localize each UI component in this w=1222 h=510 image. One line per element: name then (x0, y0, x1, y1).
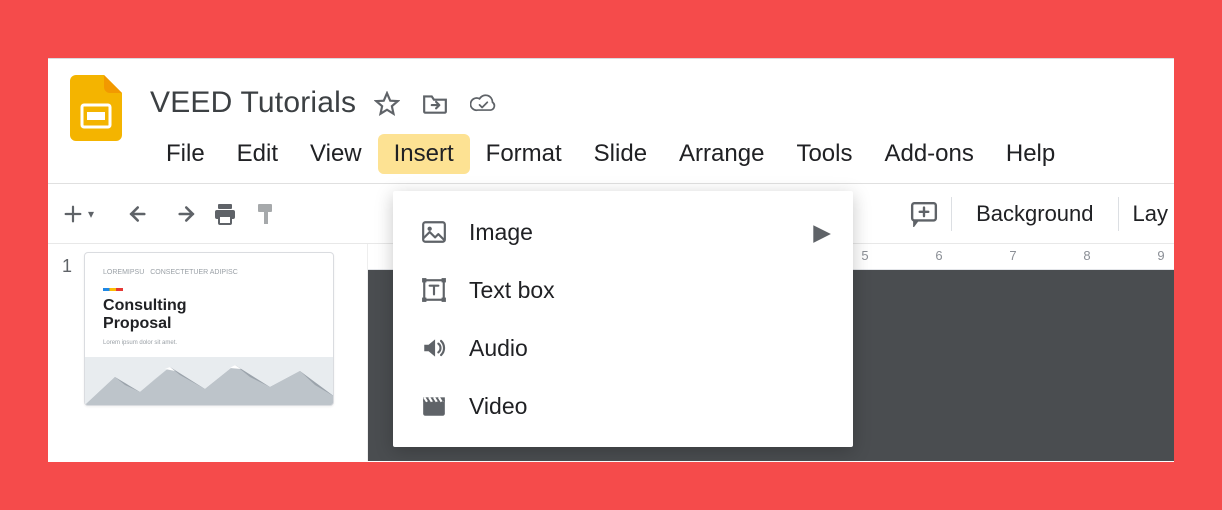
ruler-tick: 6 (902, 244, 976, 269)
slides-logo-icon (70, 75, 122, 141)
slide-thumbnail[interactable]: LOREMIPSU CONSECTETUER ADIPISC Consultin… (84, 252, 334, 406)
thumb-title-line2: Proposal (103, 315, 315, 333)
insert-audio-item[interactable]: Audio (393, 319, 853, 377)
menu-slide[interactable]: Slide (578, 134, 663, 174)
cloud-status-icon[interactable] (470, 91, 496, 117)
thumb-crumb: LOREMIPSU (103, 269, 144, 276)
menu-bar: File Edit View Insert Format Slide Arran… (48, 131, 1174, 177)
menu-help[interactable]: Help (990, 134, 1071, 174)
insert-dropdown-menu: Image ▶ Text box Audio Video (393, 191, 853, 447)
menu-file[interactable]: File (150, 134, 221, 174)
menu-format[interactable]: Format (470, 134, 578, 174)
menu-item-label: Text box (469, 277, 555, 304)
layout-button[interactable]: Lay (1127, 196, 1174, 232)
menu-insert[interactable]: Insert (378, 134, 470, 174)
menu-tools[interactable]: Tools (780, 134, 868, 174)
insert-image-item[interactable]: Image ▶ (393, 203, 853, 261)
slide-number: 1 (62, 256, 72, 453)
audio-icon (419, 333, 449, 363)
insert-video-item[interactable]: Video (393, 377, 853, 435)
slide-panel: 1 LOREMIPSU CONSECTETUER ADIPISC Consult… (48, 244, 368, 461)
menu-addons[interactable]: Add-ons (868, 134, 989, 174)
video-icon (419, 391, 449, 421)
background-button[interactable]: Background (960, 196, 1109, 232)
document-title[interactable]: VEED Tutorials (150, 86, 356, 120)
undo-button[interactable] (122, 196, 160, 232)
title-actions (374, 91, 496, 117)
ruler-tick: 8 (1050, 244, 1124, 269)
ruler-tick: 7 (976, 244, 1050, 269)
accent-bar (103, 288, 123, 291)
thumb-title-line1: Consulting (103, 297, 315, 315)
insert-textbox-item[interactable]: Text box (393, 261, 853, 319)
textbox-icon (419, 275, 449, 305)
move-folder-icon[interactable] (422, 91, 448, 117)
menu-view[interactable]: View (294, 134, 378, 174)
mountain-graphic (85, 357, 334, 405)
redo-button[interactable] (164, 196, 202, 232)
chevron-down-icon: ▾ (88, 207, 94, 221)
menu-edit[interactable]: Edit (221, 134, 294, 174)
thumb-subtitle: Lorem ipsum dolor sit amet. (103, 340, 315, 346)
menu-item-label: Audio (469, 335, 528, 362)
add-comment-button[interactable] (905, 196, 943, 232)
paint-format-button[interactable] (248, 196, 286, 232)
thumb-crumb: CONSECTETUER ADIPISC (150, 269, 238, 276)
star-icon[interactable] (374, 91, 400, 117)
slides-app-window: VEED Tutorials File Edit View Insert For… (48, 58, 1174, 462)
ruler-tick: 9 (1124, 244, 1174, 269)
image-icon (419, 217, 449, 247)
menu-item-label: Image (469, 219, 533, 246)
title-bar: VEED Tutorials (48, 59, 1174, 131)
menu-arrange[interactable]: Arrange (663, 134, 780, 174)
print-button[interactable] (206, 196, 244, 232)
submenu-arrow-icon: ▶ (813, 219, 831, 246)
menu-item-label: Video (469, 393, 527, 420)
new-slide-button[interactable]: ▾ (58, 196, 96, 232)
